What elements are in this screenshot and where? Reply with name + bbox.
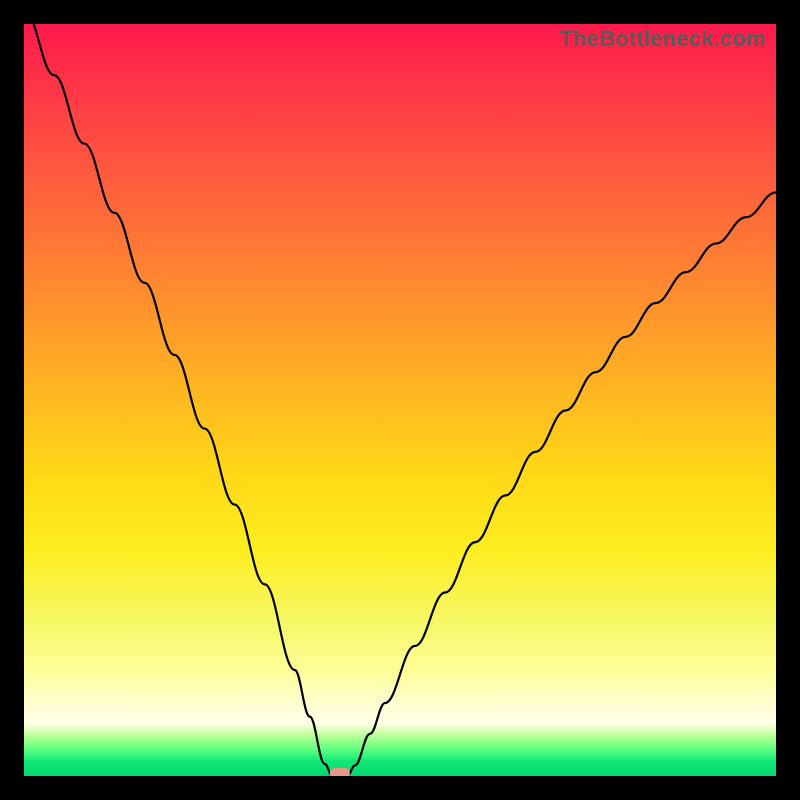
plot-area: TheBottleneck.com [24, 24, 776, 776]
minimum-marker [330, 768, 350, 776]
bottleneck-curve-path [24, 24, 776, 776]
bottleneck-curve-svg [24, 24, 776, 776]
chart-frame: TheBottleneck.com [0, 0, 800, 800]
